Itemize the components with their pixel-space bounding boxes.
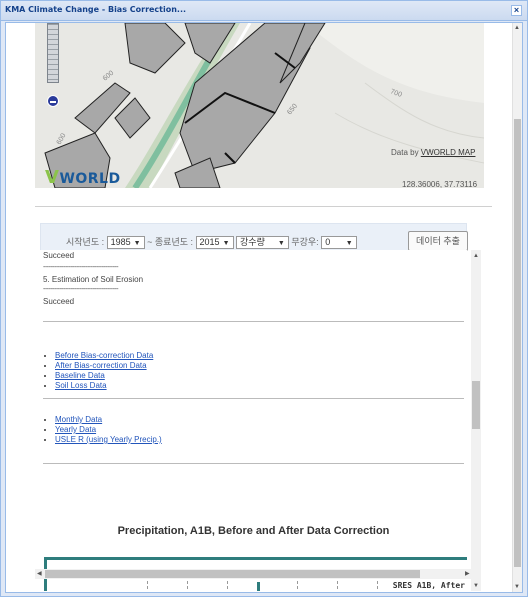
divider [43, 463, 464, 464]
before-bias-correction-link[interactable]: Before Bias-correction Data [55, 351, 153, 360]
variable-select[interactable]: 강수량 ▼ [236, 236, 289, 250]
summary-links-list: Monthly Data Yearly Data USLE R (using Y… [43, 415, 162, 445]
scroll-down-icon[interactable]: ▼ [514, 584, 520, 590]
zoom-slider[interactable] [47, 23, 59, 83]
vworld-map-link[interactable]: VWORLD MAP [421, 148, 476, 157]
data-mark [257, 582, 260, 591]
map-view[interactable]: 600 700 650 600 VWORLD Data by VWORLD MA… [35, 23, 484, 188]
window-title: KMA Climate Change - Bias Correction... [5, 5, 187, 14]
scroll-thumb[interactable] [472, 381, 480, 429]
dry-day-select[interactable]: 0 ▼ [321, 236, 357, 250]
control-row: 시작년도 : 1985 ▼ ~ 종료년도 : 2015 ▼ 강수량 ▼ 무강우: 0… [66, 235, 357, 250]
map-credit: Data by VWORLD MAP [391, 148, 476, 157]
coordinate-readout: 128.36006, 37.73116 [402, 180, 478, 188]
list-item: USLE R (using Yearly Precip.) [55, 435, 162, 445]
close-icon[interactable]: × [511, 5, 522, 16]
soil-loss-data-link[interactable]: Soil Loss Data [55, 381, 107, 390]
scroll-thumb[interactable] [514, 119, 521, 567]
scroll-right-icon[interactable]: ▶ [465, 570, 470, 577]
results-vertical-scrollbar[interactable]: ▲ ▼ [471, 250, 481, 591]
app-window: KMA Climate Change - Bias Correction... … [0, 0, 528, 597]
log-line: Succeed [43, 251, 75, 260]
extract-data-button[interactable]: 데이터 추출 [408, 231, 468, 251]
scroll-thumb[interactable] [45, 570, 420, 578]
dry-day-label: 무강우: [291, 237, 319, 247]
scroll-down-icon[interactable]: ▼ [473, 583, 479, 589]
log-separator: ----------------------------------------… [43, 286, 119, 293]
results-panel[interactable]: Succeed --------------------------------… [40, 250, 467, 591]
vworld-logo: VWORLD [45, 167, 121, 188]
yearly-data-link[interactable]: Yearly Data [55, 425, 96, 434]
monthly-data-link[interactable]: Monthly Data [55, 415, 102, 424]
end-year-select[interactable]: 2015 ▼ [195, 236, 234, 250]
chart-title: Precipitation, A1B, Before and After Dat… [117, 525, 390, 537]
results-horizontal-scrollbar[interactable]: ◀ ▶ [35, 569, 481, 579]
zoom-out-button[interactable] [47, 95, 59, 107]
divider [43, 398, 464, 399]
list-item: Monthly Data [55, 415, 162, 425]
data-links-list: Before Bias-correction Data After Bias-c… [43, 351, 153, 391]
after-bias-correction-link[interactable]: After Bias-correction Data [55, 361, 147, 370]
window-vertical-scrollbar[interactable]: ▲ ▼ [512, 23, 522, 592]
legend-entry-sres: SRES A1B, After [392, 581, 465, 590]
start-year-label: 시작년도 : [66, 237, 105, 247]
window-body: 600 700 650 600 VWORLD Data by VWORLD MA… [5, 22, 523, 593]
baseline-data-link[interactable]: Baseline Data [55, 371, 105, 380]
divider [35, 206, 492, 207]
log-line: Succeed [43, 297, 75, 306]
divider [43, 321, 464, 322]
scroll-up-icon[interactable]: ▲ [473, 253, 479, 259]
list-item: After Bias-correction Data [55, 361, 153, 371]
list-item: Soil Loss Data [55, 381, 153, 391]
title-bar: KMA Climate Change - Bias Correction... … [1, 1, 527, 21]
log-separator: ----------------------------------------… [43, 264, 119, 271]
start-year-select[interactable]: 1985 ▼ [106, 236, 145, 250]
map-canvas: 600 700 650 600 [35, 23, 484, 188]
list-item: Yearly Data [55, 425, 162, 435]
scroll-up-icon[interactable]: ▲ [514, 25, 520, 31]
list-item: Baseline Data [55, 371, 153, 381]
scroll-left-icon[interactable]: ◀ [37, 570, 42, 577]
usle-r-link[interactable]: USLE R (using Yearly Precip.) [55, 435, 162, 444]
end-year-label: ~ 종료년도 : [147, 237, 194, 247]
list-item: Before Bias-correction Data [55, 351, 153, 361]
